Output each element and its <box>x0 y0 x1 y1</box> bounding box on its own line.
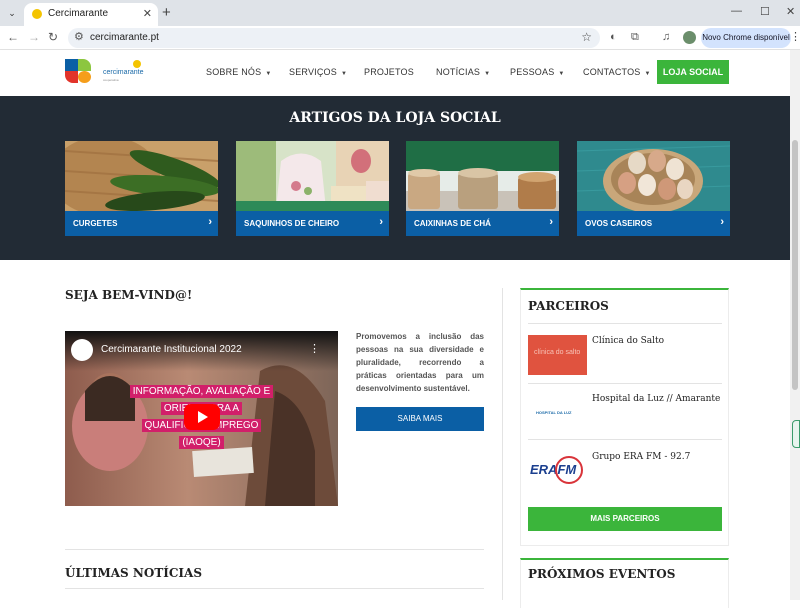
nav-servicos[interactable]: SERVIÇOS ▼ <box>289 67 347 77</box>
nav-sobre-nos[interactable]: SOBRE NÓS ▼ <box>206 67 271 77</box>
tea-boxes-image <box>406 141 559 211</box>
card-label: CURGETES <box>73 219 118 228</box>
address-toolbar: ← → ↻ ⚙ cercimarante.pt ☆ ◐ ⧉ ♫ Novo Chr… <box>0 26 800 50</box>
partner-name[interactable]: Grupo ERA FM - 92.7 <box>592 452 690 462</box>
browser-tab[interactable]: Cercimarante ✕ <box>24 3 158 26</box>
product-card-curgetes[interactable]: CURGETES › <box>65 141 218 236</box>
video-caption-line: (IAOQE) <box>65 436 338 449</box>
reload-icon[interactable]: ↻ <box>48 30 58 44</box>
chevron-down-icon: ▼ <box>558 71 565 77</box>
divider <box>528 323 722 324</box>
divider <box>528 383 722 384</box>
logo-sun-icon <box>133 60 141 68</box>
minimize-icon[interactable]: — <box>731 5 742 17</box>
scent-bags-image <box>236 141 389 211</box>
intro-text: Promovemos a inclusão das pessoas na sua… <box>356 332 484 393</box>
chevron-down-icon: ▼ <box>265 71 272 77</box>
chevron-down-icon: ▼ <box>644 71 651 77</box>
maximize-icon[interactable]: ☐ <box>760 5 770 18</box>
logo-subtext: cooperativa <box>103 78 119 82</box>
partners-heading: PARCEIROS <box>528 299 609 313</box>
nav-noticias[interactable]: NOTÍCIAS ▼ <box>436 67 490 77</box>
extensions-puzzle-icon[interactable]: ⧉ <box>631 31 639 44</box>
media-icon[interactable]: ♫ <box>662 31 670 43</box>
partner-name[interactable]: Hospital da Luz // Amarante <box>592 394 720 404</box>
eggs-image <box>577 141 730 211</box>
divider <box>65 588 484 589</box>
logo-text: cercimarante <box>103 69 144 76</box>
latest-news-heading: ÚLTIMAS NOTÍCIAS <box>65 566 203 580</box>
video-menu-icon[interactable]: ⋮ <box>309 342 320 355</box>
card-label: OVOS CASEIROS <box>585 219 653 228</box>
tab-search-icon[interactable]: ⌄ <box>4 5 20 21</box>
chevron-right-icon: › <box>549 216 553 228</box>
nav-projetos[interactable]: PROJETOS <box>364 67 414 77</box>
nav-pessoas[interactable]: PESSOAS ▼ <box>510 67 565 77</box>
chevron-right-icon: › <box>379 216 383 228</box>
welcome-heading: SEJA BEM-VIND@! <box>65 288 193 302</box>
floating-widget-icon[interactable] <box>792 420 800 448</box>
zucchini-image <box>65 141 218 211</box>
events-heading: PRÓXIMOS EVENTOS <box>528 567 676 581</box>
forward-icon[interactable]: → <box>28 30 40 44</box>
omnibox[interactable]: ⚙ cercimarante.pt ☆ <box>68 28 600 48</box>
video-caption-line: INFORMAÇÃO, AVALIAÇÃO E <box>65 385 338 398</box>
chevron-down-icon: ▼ <box>340 71 348 77</box>
card-label: CAIXINHAS DE CHÁ <box>414 219 491 228</box>
browser-tab-bar: ⌄ Cercimarante ✕ + — ☐ ✕ <box>0 0 800 26</box>
chevron-right-icon: › <box>208 216 212 228</box>
divider <box>65 549 484 550</box>
shop-articles-section: ARTIGOS DA LOJA SOCIAL CURGETES › SAQUIN… <box>0 96 790 260</box>
cercimarante-logo[interactable] <box>65 59 91 83</box>
chrome-update-button[interactable]: Novo Chrome disponível <box>701 28 791 48</box>
bookmark-star-icon[interactable]: ☆ <box>581 30 592 44</box>
close-tab-icon[interactable]: ✕ <box>143 7 152 20</box>
profile-avatar[interactable] <box>683 31 696 44</box>
partner-logo-hospital[interactable]: HOSPITAL DA LUZ <box>528 393 587 433</box>
partner-logo-clinica[interactable]: clínica do salto <box>528 335 587 375</box>
product-card-caixinhas[interactable]: CAIXINHAS DE CHÁ › <box>406 141 559 236</box>
new-tab-icon[interactable]: + <box>162 4 171 21</box>
url-text: cercimarante.pt <box>90 32 159 43</box>
page-scrollbar[interactable] <box>790 50 800 600</box>
youtube-video-embed[interactable]: Cercimarante Institucional 2022 ⋮ INFORM… <box>65 331 338 506</box>
tab-title: Cercimarante <box>48 8 109 19</box>
partner-name[interactable]: Clínica do Salto <box>592 336 664 346</box>
partner-logo-erafm[interactable]: ERAFM <box>528 452 587 492</box>
site-header: cercimarante cooperativa SOBRE NÓS ▼ SERV… <box>0 50 790 96</box>
extension-icon[interactable]: ◐ <box>610 31 617 43</box>
chrome-menu-icon[interactable]: ⋮ <box>790 30 800 43</box>
more-partners-button[interactable]: MAIS PARCEIROS <box>528 507 722 531</box>
column-divider <box>502 288 503 600</box>
chevron-right-icon: › <box>720 216 724 228</box>
play-button-icon[interactable] <box>184 404 220 430</box>
site-info-icon[interactable]: ⚙ <box>74 30 84 43</box>
divider <box>528 439 722 440</box>
loja-social-button[interactable]: LOJA SOCIAL <box>657 60 729 84</box>
product-card-saquinhos[interactable]: SAQUINHOS DE CHEIRO › <box>236 141 389 236</box>
saiba-mais-button[interactable]: SAIBA MAIS <box>356 407 484 431</box>
events-widget: PRÓXIMOS EVENTOS <box>520 558 729 608</box>
video-title[interactable]: Cercimarante Institucional 2022 <box>101 344 242 355</box>
nav-contactos[interactable]: CONTACTOS ▼ <box>583 67 651 77</box>
chevron-down-icon: ▼ <box>484 71 491 77</box>
scroll-thumb[interactable] <box>792 140 798 390</box>
favicon-icon <box>32 9 42 19</box>
card-label: SAQUINHOS DE CHEIRO <box>244 219 340 228</box>
channel-logo[interactable] <box>71 339 93 361</box>
close-window-icon[interactable]: ✕ <box>786 5 795 18</box>
partners-widget: PARCEIROS clínica do salto Clínica do Sa… <box>520 288 729 546</box>
product-card-ovos[interactable]: OVOS CASEIROS › <box>577 141 730 236</box>
section-title: ARTIGOS DA LOJA SOCIAL <box>289 110 501 126</box>
back-icon[interactable]: ← <box>7 30 19 44</box>
